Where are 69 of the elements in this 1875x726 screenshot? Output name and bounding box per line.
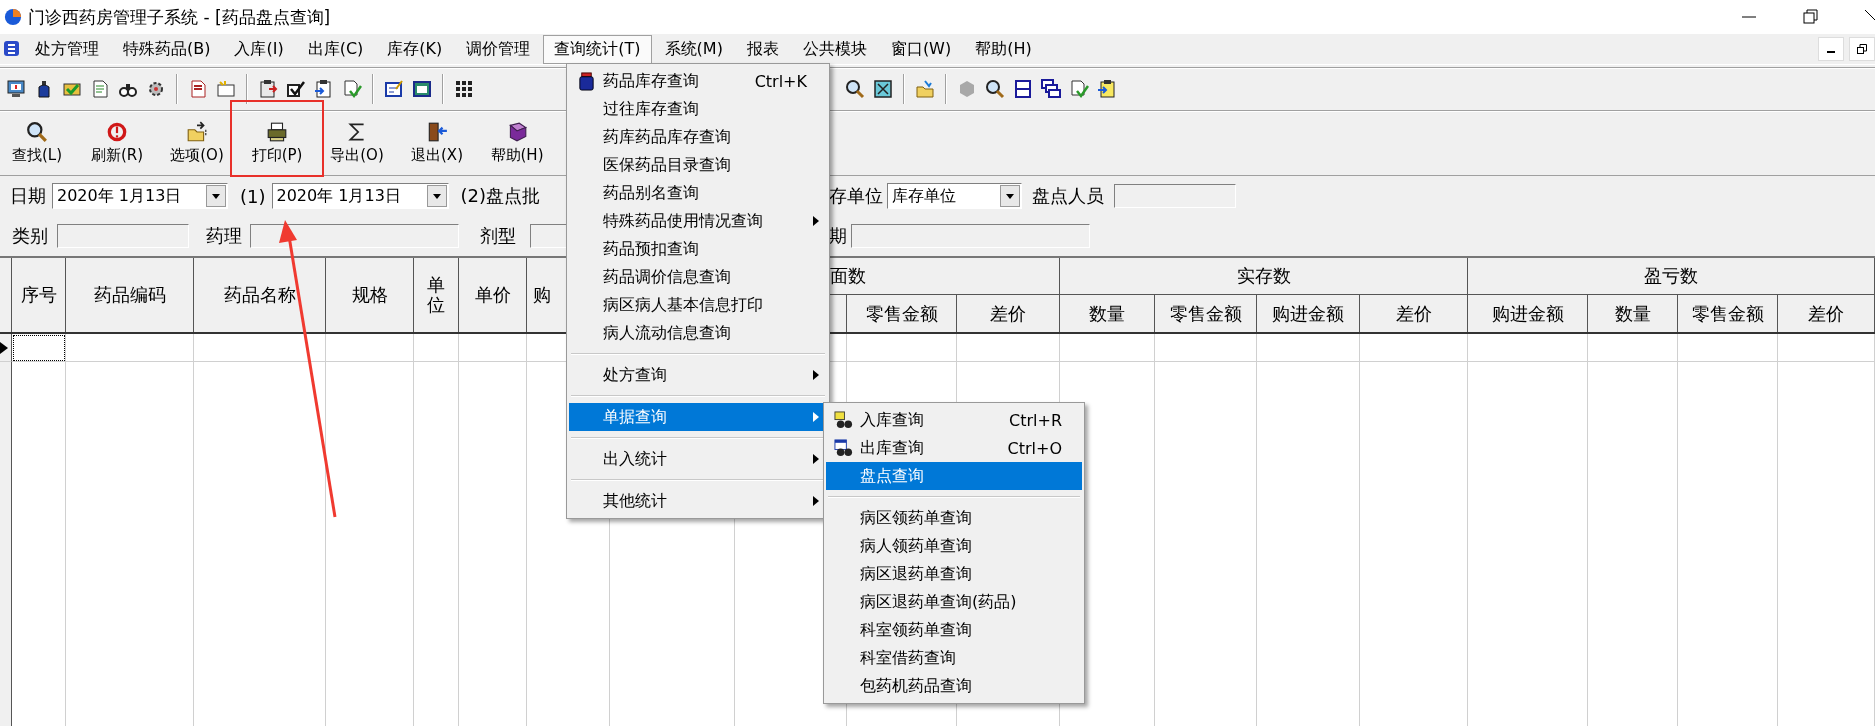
column-header: 药品编码 <box>66 258 194 332</box>
menu-bar-item[interactable]: 窗口(W) <box>879 34 963 64</box>
column-header: 单价 <box>459 258 527 332</box>
field-label: 期 <box>829 224 847 248</box>
toolbar-button[interactable]: 退出(X) <box>402 115 472 171</box>
menu-item[interactable]: 医保药品目录查询 <box>569 151 827 179</box>
column-header: 序号 <box>12 258 66 332</box>
menu-item[interactable]: 出入统计 <box>569 445 827 473</box>
column-header: 规格 <box>326 258 414 332</box>
field-label: 类别 <box>12 224 48 248</box>
column-header: 差价 <box>957 295 1060 332</box>
menu-bar-item[interactable]: 处方管理 <box>24 34 110 64</box>
menu-item[interactable]: 过往库存查询 <box>569 95 827 123</box>
column-group-header: 盈亏数 <box>1468 258 1875 295</box>
field-label: 剂型 <box>480 224 516 248</box>
field-label: 药理 <box>206 224 242 248</box>
menu-item[interactable]: 病人领药单查询 <box>826 532 1082 560</box>
menu-item[interactable]: 科室领药单查询 <box>826 616 1082 644</box>
field-label: 日期 <box>10 184 46 208</box>
menu-item[interactable]: 特殊药品使用情况查询 <box>569 207 827 235</box>
menu-item[interactable]: 病区退药单查询(药品) <box>826 588 1082 616</box>
column-header: 零售金额 <box>847 295 957 332</box>
column-header: 零售金额 <box>1155 295 1257 332</box>
toolbar-button[interactable]: 查找(L) <box>2 115 72 171</box>
unit-dropdown[interactable]: 库存单位 <box>887 183 1022 209</box>
column-header: 差价 <box>1778 295 1875 332</box>
toolbar-button[interactable]: 帮助(H) <box>482 115 552 171</box>
column-header: 购进金额 <box>1257 295 1360 332</box>
toolbar-button[interactable]: 选项(O) <box>162 115 232 171</box>
column-header: 零售金额 <box>1678 295 1778 332</box>
menu-item[interactable]: 科室借药查询 <box>826 644 1082 672</box>
menu-item[interactable]: 病区退药单查询 <box>826 560 1082 588</box>
column-header: 单位 <box>414 258 459 332</box>
menu-bar-item[interactable]: 帮助(H) <box>964 34 1043 64</box>
menu-item[interactable]: 药品别名查询 <box>569 179 827 207</box>
field-label: (1) <box>240 185 266 207</box>
menu-item[interactable]: 入库查询 Ctrl+R <box>826 406 1082 434</box>
toolbar-button[interactable]: 刷新(R) <box>82 115 152 171</box>
toolbar-button[interactable]: 打印(P) <box>242 115 312 171</box>
date-field[interactable]: 2020年 1月13日 <box>271 183 449 209</box>
column-header: 数量 <box>1588 295 1678 332</box>
menu-bar-item[interactable]: 系统(M) <box>653 34 734 64</box>
column-group-header: 实存数 <box>1060 258 1468 295</box>
field-label: 存单位 <box>829 184 883 208</box>
field-label: 盘点人员 <box>1032 184 1104 208</box>
menu-bar-item[interactable]: 报表 <box>735 34 790 64</box>
menu-bar-item[interactable]: 调价管理 <box>455 34 542 64</box>
menu-bar-item[interactable]: 特殊药品(B) <box>112 34 222 64</box>
menu-bar-item[interactable]: 公共模块 <box>791 34 878 64</box>
menu-item[interactable]: 出库查询 Ctrl+O <box>826 434 1082 462</box>
menu-bar-item[interactable]: 库存(K) <box>376 34 454 64</box>
menu-item[interactable]: 包药机药品查询 <box>826 672 1082 700</box>
menu-item[interactable]: 病区领药单查询 <box>826 504 1082 532</box>
menu-item[interactable]: 药品库存查询 Ctrl+K <box>569 67 827 95</box>
window-title: 门诊西药房管理子系统 - [药品盘点查询] <box>28 5 331 29</box>
menu-item[interactable]: 其他统计 <box>569 487 827 515</box>
column-header: 差价 <box>1360 295 1468 332</box>
column-header: 药品名称 <box>194 258 326 332</box>
menu-item[interactable]: 盘点查询 <box>826 462 1082 490</box>
field-label: (2)盘点批 <box>460 184 540 208</box>
column-header: 购进金额 <box>1468 295 1588 332</box>
menu-bar-item[interactable]: 出库(C) <box>296 34 375 64</box>
menu-bar-item[interactable]: 入库(I) <box>223 34 295 64</box>
menu-item[interactable]: 处方查询 <box>569 361 827 389</box>
column-header: 数量 <box>1060 295 1155 332</box>
menu-item[interactable]: 药库药品库存查询 <box>569 123 827 151</box>
menu-bar-item[interactable]: 查询统计(T) <box>543 34 652 64</box>
date-field[interactable]: 2020年 1月13日 <box>52 183 228 209</box>
toolbar-button[interactable]: 导出(O) <box>322 115 392 171</box>
